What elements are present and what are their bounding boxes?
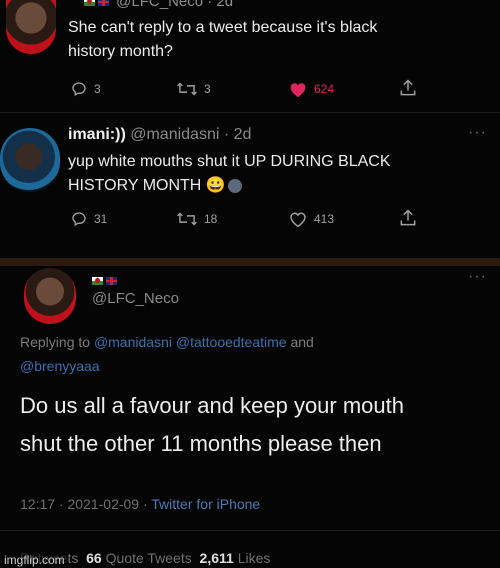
uk-flag-icon [106,276,117,285]
tweet3-handle[interactable]: @LFC_Neco [92,290,179,307]
reply-button[interactable]: 31 [70,210,107,228]
wales-flag-icon [84,0,95,7]
like-button[interactable]: 413 [288,210,334,228]
replying-and: and [286,334,314,350]
likes-link[interactable]: Likes [238,550,271,566]
retweet-count: 18 [204,212,218,226]
tweet3-text-line: shut the other 11 months please then [20,431,382,456]
tweet3-timestamp: 12:17 · 2021-02-09 · Twitter for iPhone [20,496,260,512]
stats-divider [0,530,500,531]
tweet3-text: Do us all a favour and keep your mouth s… [20,387,404,463]
retweet-button[interactable]: 3 [176,80,211,98]
quote-tweets-count: 66 [86,550,102,566]
share-icon [400,209,416,226]
tweet3-text-line: Do us all a favour and keep your mouth [20,393,405,418]
tweet2-text: yup white mouths shut it UP DURING BLACK… [68,150,391,198]
avatar-lfc-neco[interactable] [6,0,56,54]
heart-filled-icon [290,83,306,98]
imgflip-watermark: imgflip.com [2,553,67,567]
tweet2-header: imani:)) @manidasni · 2d [68,126,251,144]
replying-to: Replying to @manidasni @tattooedteatime … [20,330,314,378]
mention-link[interactable]: @manidasni [94,334,172,350]
retweet-button[interactable]: 18 [176,210,217,228]
like-count: 413 [314,212,335,226]
like-button[interactable]: 624 [288,80,334,98]
tweet2-text-line: yup white mouths shut it UP DURING BLACK [68,153,391,170]
mention-link[interactable]: @tattooedteatime [176,334,287,350]
share-button[interactable] [398,208,418,228]
like-count: 624 [314,82,335,96]
uk-flag-icon [98,0,109,7]
likes-count: 2,611 [199,550,234,566]
heart-outline-icon [290,212,306,228]
tweet1-header: @LFC_Neco · 2d [84,0,233,10]
reply-button[interactable]: 3 [70,80,101,98]
mention-link[interactable]: @brenyyaaa [20,358,100,374]
more-options-icon[interactable]: ··· [468,268,487,286]
retweet-count: 3 [204,82,211,96]
tweet2-display-name[interactable]: imani:)) [68,126,126,143]
avatar-imani[interactable] [0,128,60,192]
more-options-icon[interactable]: ··· [468,124,487,142]
wales-flag-icon [92,276,103,285]
quote-tweets-link[interactable]: Quote Tweets [106,550,192,566]
replying-prefix: Replying to [20,334,94,350]
tweet1-text-line: She can't reply to a tweet because it's … [68,19,378,36]
timestamp-text[interactable]: 12:17 · 2021-02-09 · [20,496,151,512]
share-icon [400,79,416,96]
source-link[interactable]: Twitter for iPhone [151,496,260,512]
retweet-icon [177,212,197,226]
reply-icon [72,212,86,227]
screenshot-seam [0,258,500,266]
share-button[interactable] [398,78,418,98]
speaking-head-icon [227,178,242,193]
tweet-divider [0,112,500,113]
display-name-flags [92,272,120,290]
reply-icon [72,82,86,97]
tweet1-handle-meta[interactable]: @LFC_Neco · 2d [116,0,233,10]
retweet-icon [177,82,197,96]
tweet1-text-line: history month? [68,43,173,60]
tweet2-text-line: HISTORY MONTH [68,177,202,194]
avatar-lfc-neco[interactable] [24,268,76,324]
grinning-emoji-icon: 😀 [205,177,226,194]
tweet1-text: She can't reply to a tweet because it's … [68,16,377,64]
reply-count: 3 [94,82,101,96]
tweet2-handle-meta[interactable]: @manidasni · 2d [130,126,251,143]
reply-count: 31 [94,212,108,226]
